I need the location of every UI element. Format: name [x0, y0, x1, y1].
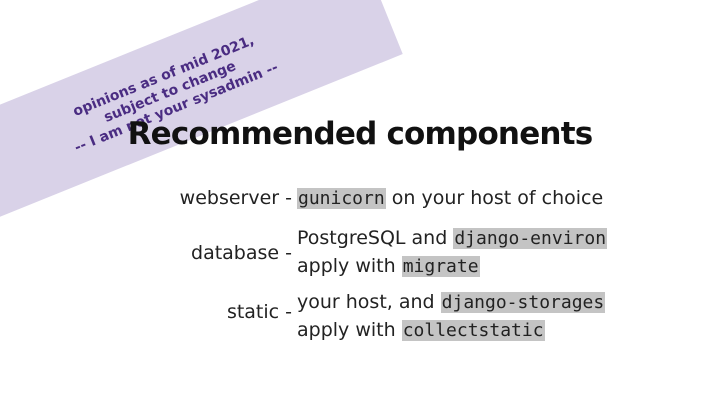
component-label: webserver -	[179, 187, 292, 209]
value-text: your host, and	[297, 291, 441, 313]
code-snippet: migrate	[401, 256, 480, 277]
code-snippet: gunicorn	[297, 188, 386, 209]
component-label: database -	[191, 242, 292, 264]
value-line: apply with migrate	[297, 252, 607, 280]
value-text: PostgreSQL and	[297, 227, 454, 249]
code-snippet: django-environ	[453, 228, 608, 249]
value-text: apply with	[297, 255, 402, 277]
component-value: your host, and django-storages apply wit…	[297, 288, 606, 344]
value-text: on your host of choice	[385, 187, 604, 209]
component-value: gunicorn on your host of choice	[297, 184, 603, 212]
slide-title: Recommended components	[127, 116, 594, 152]
code-snippet: collectstatic	[401, 320, 545, 341]
component-label: static -	[226, 301, 292, 323]
value-line: your host, and django-storages	[297, 288, 606, 316]
value-line: gunicorn on your host of choice	[297, 184, 603, 212]
value-text: apply with	[297, 319, 402, 341]
value-line: PostgreSQL and django-environ	[297, 224, 608, 252]
component-value: PostgreSQL and django-environ apply with…	[297, 224, 608, 280]
value-line: apply with collectstatic	[297, 316, 605, 344]
code-snippet: django-storages	[440, 292, 606, 313]
